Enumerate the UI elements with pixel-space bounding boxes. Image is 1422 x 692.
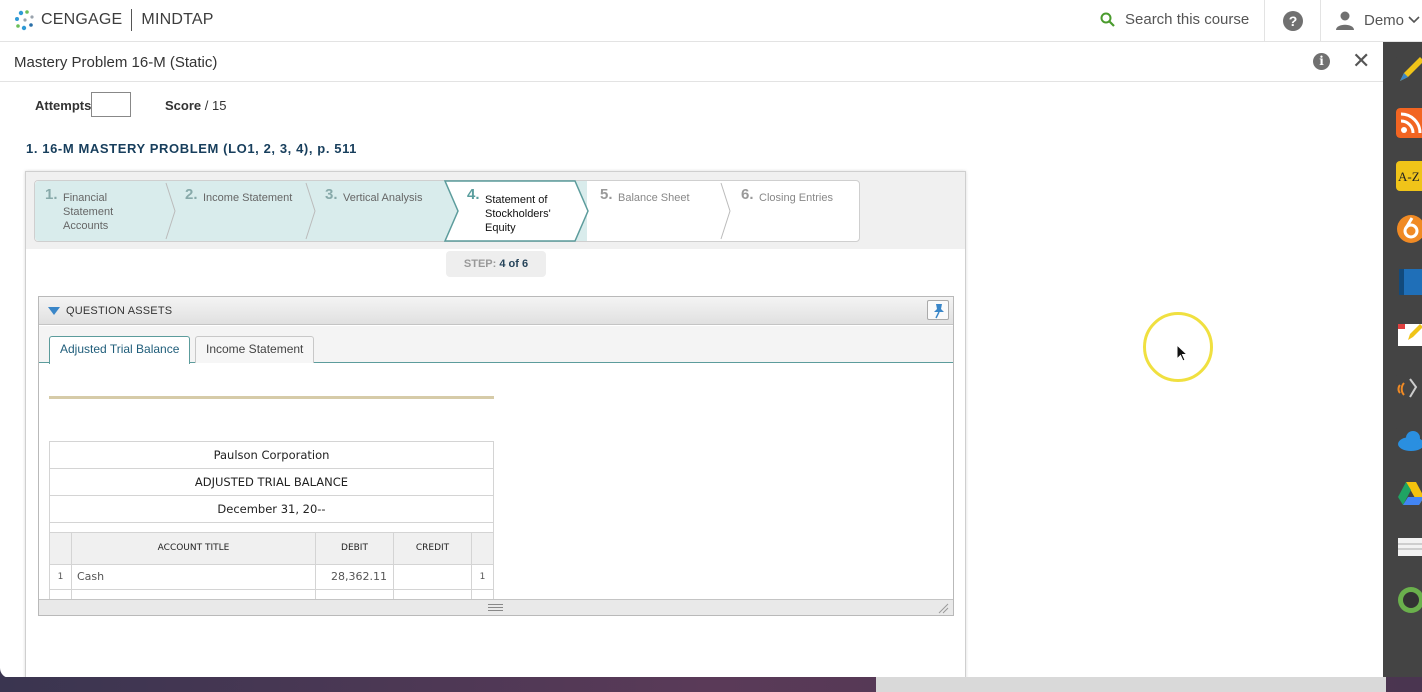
step-2[interactable]: 2. Income Statement <box>175 181 315 241</box>
column-header-debit: DEBIT <box>316 533 394 564</box>
close-icon[interactable]: ✕ <box>1352 49 1370 73</box>
partial-spreadsheet-strip <box>876 677 1386 692</box>
svg-text:A-Z: A-Z <box>1398 169 1420 184</box>
score: Score / 15 <box>165 98 226 113</box>
step-label: Vertical Analysis <box>343 192 423 204</box>
question-assets-panel: QUESTION ASSETS Adjusted Trial Balance I… <box>38 296 954 616</box>
step-number: 3. <box>325 186 338 203</box>
activity-title: Mastery Problem 16-M (Static) <box>14 54 218 71</box>
notes-icon[interactable] <box>1396 320 1422 350</box>
statement-date: December 31, 20-- <box>50 496 493 523</box>
statement-title: ADJUSTED TRIAL BALANCE <box>50 469 493 496</box>
green-ring-app-icon[interactable] <box>1396 585 1422 615</box>
step-6[interactable]: 6. Closing Entries <box>731 181 859 241</box>
user-menu[interactable]: Demo <box>1335 10 1422 30</box>
google-drive-icon[interactable] <box>1396 479 1422 509</box>
step-number: 1. <box>45 186 58 203</box>
step-number: 2. <box>185 186 198 203</box>
company-name: Paulson Corporation <box>50 442 493 469</box>
step-3[interactable]: 3. Vertical Analysis <box>315 181 445 241</box>
brand-cengage: CENGAGE <box>41 11 123 28</box>
step-counter-prefix: STEP: <box>463 258 497 270</box>
mouse-pointer-icon <box>1176 344 1188 362</box>
rss-feed-icon[interactable] <box>1396 108 1422 138</box>
asset-content: Paulson Corporation ADJUSTED TRIAL BALAN… <box>39 364 953 600</box>
ebook-icon[interactable] <box>1396 267 1422 297</box>
step-label: Income Statement <box>203 192 293 204</box>
spacer-row <box>50 523 493 533</box>
readspeaker-icon[interactable] <box>1396 373 1422 403</box>
desktop-background-strip <box>0 677 1422 692</box>
account-title-cell: Cash <box>72 565 316 589</box>
step-navigator: 1. Financial Statement Accounts 2. Incom… <box>34 180 860 242</box>
step-counter: STEP: 4 of 6 <box>446 251 546 277</box>
step-label: Balance Sheet <box>618 192 690 204</box>
chevron-down-icon <box>1408 16 1420 24</box>
pencil-app-icon[interactable] <box>1396 55 1422 85</box>
collapse-triangle-icon[interactable] <box>48 307 60 315</box>
attempts-field <box>91 92 131 117</box>
question-assets-header[interactable]: QUESTION ASSETS <box>39 297 953 325</box>
app-dock: A-Z <box>1383 42 1422 692</box>
problem-frame: 1. Financial Statement Accounts 2. Incom… <box>25 171 966 681</box>
course-search[interactable]: Search this course <box>1100 11 1249 28</box>
step-counter-value: 4 of 6 <box>499 258 529 270</box>
flashcards-icon[interactable] <box>1396 532 1422 562</box>
help-icon[interactable]: ? <box>1283 11 1303 31</box>
search-placeholder: Search this course <box>1125 11 1250 28</box>
line-number: 1 <box>479 572 486 582</box>
header-divider <box>1320 0 1321 42</box>
step-1[interactable]: 1. Financial Statement Accounts <box>35 181 175 241</box>
glossary-az-icon[interactable]: A-Z <box>1396 161 1422 191</box>
credit-cell <box>394 565 472 589</box>
table-row: 1 Cash 28,362.11 1 <box>50 565 493 590</box>
resize-grip-icon[interactable] <box>488 604 503 611</box>
line-number: 1 <box>50 565 72 589</box>
pin-button[interactable] <box>927 300 949 320</box>
line-number-header <box>50 533 72 564</box>
user-icon <box>1336 11 1354 30</box>
asset-tabs: Adjusted Trial Balance Income Statement <box>39 326 953 364</box>
step-number: 5. <box>600 186 613 203</box>
trial-balance-table: Paulson Corporation ADJUSTED TRIAL BALAN… <box>49 441 494 600</box>
question-assets-title: QUESTION ASSETS <box>66 305 173 317</box>
activity-title-bar: Mastery Problem 16-M (Static) i ✕ <box>0 42 1383 82</box>
brand-mindtap: MINDTAP <box>141 11 214 28</box>
page: CENGAGE MINDTAP Search this course ? Dem… <box>0 0 1422 692</box>
question-title: 1. 16-M MASTERY PROBLEM (LO1, 2, 3, 4), … <box>26 141 358 156</box>
orange-app-icon[interactable] <box>1396 214 1422 244</box>
top-bar: CENGAGE MINDTAP Search this course ? Dem… <box>0 0 1422 42</box>
attempts-label: Attempts <box>35 98 92 113</box>
score-label: Score <box>165 98 202 113</box>
step-number: 6. <box>741 186 754 203</box>
header-divider <box>1264 0 1265 42</box>
onedrive-icon[interactable] <box>1396 426 1422 456</box>
resize-corner-icon[interactable] <box>937 602 949 614</box>
panel-resize-bar[interactable] <box>39 599 953 615</box>
tab-income-statement[interactable]: Income Statement <box>195 336 315 363</box>
step-number: 4. <box>467 186 480 203</box>
tab-adjusted-trial-balance[interactable]: Adjusted Trial Balance <box>49 336 191 364</box>
step-5[interactable]: 5. Balance Sheet <box>590 181 730 241</box>
cengage-mark-icon <box>15 10 34 31</box>
divider-line <box>49 396 494 399</box>
column-header-account-title: ACCOUNT TITLE <box>72 533 316 564</box>
column-header-credit: CREDIT <box>394 533 472 564</box>
info-icon[interactable]: i <box>1313 53 1330 70</box>
step-label: Closing Entries <box>759 192 833 204</box>
line-number-header <box>472 533 493 564</box>
step-label: Financial Statement Accounts <box>63 192 114 232</box>
step-band: 1. Financial Statement Accounts 2. Incom… <box>26 172 965 249</box>
score-value: / 15 <box>204 98 227 113</box>
search-icon <box>1100 12 1115 27</box>
cengage-logo[interactable]: CENGAGE MINDTAP <box>14 9 214 31</box>
pin-icon <box>934 304 944 319</box>
brand-divider <box>131 9 133 31</box>
table-header-row: ACCOUNT TITLE DEBIT CREDIT <box>50 533 493 565</box>
user-name: Demo <box>1364 11 1405 29</box>
debit-cell: 28,362.11 <box>316 565 394 589</box>
step-4[interactable]: 4. Statement of Stockholders' Equity <box>455 181 585 241</box>
step-label: Statement of Stockholders' Equity <box>485 194 551 234</box>
